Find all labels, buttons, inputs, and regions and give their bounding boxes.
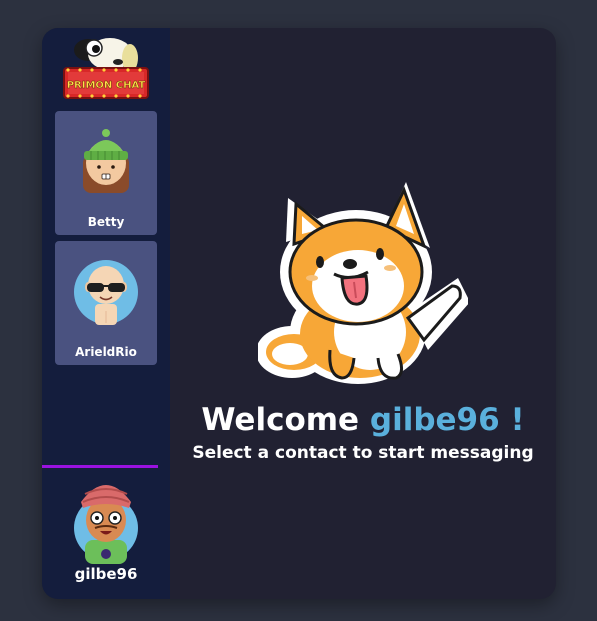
profile-divider — [42, 465, 158, 468]
welcome-suffix: ! — [499, 402, 525, 438]
contact-item-betty[interactable]: Betty — [55, 111, 157, 235]
gilbe96-avatar — [71, 472, 141, 566]
logo-text: PRIMON CHAT — [67, 80, 146, 91]
welcome-panel: Welcome gilbe96 ! Select a contact to st… — [170, 28, 556, 599]
welcome-username: gilbe96 — [369, 402, 500, 438]
welcome-heading: Welcome gilbe96 ! — [170, 402, 556, 438]
app-logo: PRIMON CHAT — [60, 34, 152, 108]
arieldrio-avatar — [73, 259, 139, 325]
shiba-mascot-image — [256, 182, 470, 392]
welcome-subtitle: Select a contact to start messaging — [192, 443, 534, 463]
betty-avatar — [73, 129, 139, 195]
contacts-sidebar: PRIMON CHAT Betty ArieldRio gilbe96 — [42, 28, 170, 599]
contact-item-arieldrio[interactable]: ArieldRio — [55, 241, 157, 365]
contact-name: Betty — [87, 215, 125, 229]
contact-name: ArieldRio — [75, 345, 137, 359]
current-user-name: gilbe96 — [74, 565, 138, 583]
chat-app: PRIMON CHAT Betty ArieldRio gilbe96 Welc… — [42, 28, 556, 599]
welcome-prefix: Welcome — [201, 402, 370, 438]
